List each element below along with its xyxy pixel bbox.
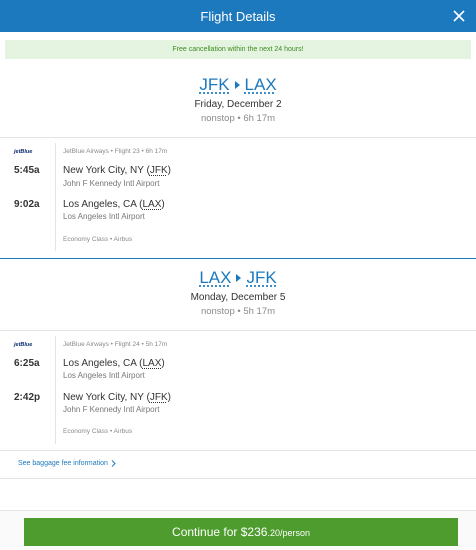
depart-airport: John F Kennedy Intl Airport [63,179,160,188]
page-title: Flight Details [200,8,276,24]
arrive-city-name: New York City, NY [63,392,144,403]
continue-price-cents: .20/person [267,528,310,538]
divider [0,478,476,479]
flight-info: JetBlue Airways • Flight 23 • 6h 17m [63,148,168,155]
arrive-airport-code[interactable]: LAX [143,199,162,210]
leg-separator [0,258,476,259]
route-arrow-icon [234,81,240,89]
leg-return-header: LAX JFK Monday, December 5 nonstop • 5h … [0,268,476,317]
origin-code[interactable]: JFK [199,75,229,95]
arrive-airport-code[interactable]: JFK [150,392,168,403]
route: JFK LAX [0,75,476,95]
depart-time: 5:45a [14,165,40,176]
close-button[interactable] [442,0,476,32]
baggage-fee-label: See baggage fee information [18,460,108,467]
airline-logo: jetBlue [14,342,33,348]
continue-label: Continue for $236 [172,525,268,539]
segment-divider [55,143,56,251]
cancellation-notice: Free cancellation within the next 24 hou… [5,40,471,59]
depart-city-name: New York City, NY [63,165,144,176]
leg-date: Friday, December 2 [194,99,282,110]
flight-info: JetBlue Airways • Flight 24 • 5h 17m [63,341,168,348]
leg-meta: nonstop • 6h 17m [200,113,276,124]
arrive-city: Los Angeles, CA (LAX) [63,199,165,210]
airline-logo: jetBlue [14,149,33,155]
header-bar: Flight Details [0,0,476,32]
cabin-info: Economy Class • Airbus [63,236,133,243]
depart-airport-code[interactable]: JFK [150,165,168,176]
continue-button[interactable]: Continue for $236.20/person [24,518,458,546]
depart-airport: Los Angeles Intl Airport [63,371,145,380]
arrive-airport: Los Angeles Intl Airport [63,212,145,221]
divider [0,330,476,331]
leg-outbound-header: JFK LAX Friday, December 2 nonstop • 6h … [0,75,476,124]
chevron-right-icon [111,460,116,467]
arrive-city: New York City, NY (JFK) [63,392,172,403]
close-icon [453,10,465,22]
leg-date: Monday, December 5 [190,292,286,303]
depart-airport-code[interactable]: LAX [143,358,162,369]
divider [0,137,476,138]
arrive-time: 2:42p [14,392,41,403]
cabin-info: Economy Class • Airbus [63,428,133,435]
depart-time: 6:25a [14,358,40,369]
route: LAX JFK [0,268,476,288]
destination-code[interactable]: JFK [246,268,276,288]
segment-divider [55,336,56,444]
origin-code[interactable]: LAX [199,268,231,288]
leg-meta: nonstop • 5h 17m [200,306,276,317]
arrive-time: 9:02a [14,199,40,210]
depart-city: Los Angeles, CA (LAX) [63,358,165,369]
arrive-airport: John F Kennedy Intl Airport [63,405,160,414]
depart-city: New York City, NY (JFK) [63,165,172,176]
divider [0,450,476,451]
arrive-city-name: Los Angeles, CA [63,199,137,210]
destination-code[interactable]: LAX [245,75,277,95]
baggage-fee-link[interactable]: See baggage fee information [18,460,116,467]
route-arrow-icon [236,274,242,282]
depart-city-name: Los Angeles, CA [63,358,137,369]
